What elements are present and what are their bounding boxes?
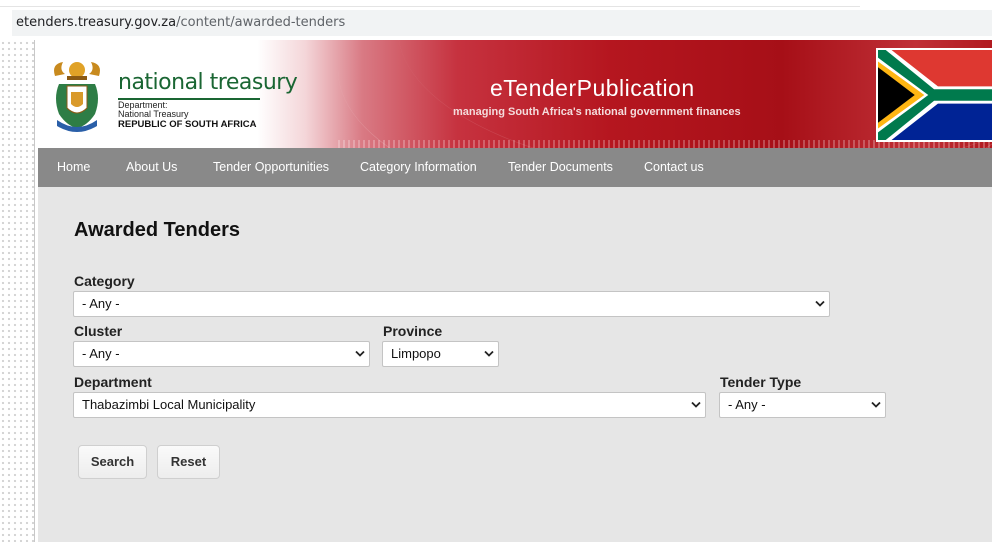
search-button[interactable]: Search bbox=[78, 445, 147, 479]
tender-type-label: Tender Type bbox=[720, 374, 802, 390]
logo-department: Department: National Treasury bbox=[118, 101, 189, 119]
logo-dept-line2: National Treasury bbox=[118, 109, 189, 119]
province-select[interactable]: Limpopo bbox=[382, 341, 499, 367]
nav-item-category-information[interactable]: Category Information bbox=[360, 148, 477, 187]
nav-item-tender-documents[interactable]: Tender Documents bbox=[508, 148, 613, 187]
category-label: Category bbox=[74, 273, 135, 289]
nav-item-contact-us[interactable]: Contact us bbox=[644, 148, 704, 187]
logo-country: REPUBLIC OF SOUTH AFRICA bbox=[118, 119, 257, 130]
browser-address-bar: etenders.treasury.gov.za/content/awarded… bbox=[0, 0, 992, 40]
province-label: Province bbox=[383, 323, 443, 339]
department-select[interactable]: Thabazimbi Local Municipality bbox=[73, 392, 706, 418]
province-value: Limpopo bbox=[391, 346, 441, 361]
chevron-down-icon bbox=[484, 350, 494, 357]
category-select[interactable]: - Any - bbox=[73, 291, 830, 317]
logo-name: national treasury bbox=[118, 70, 298, 95]
south-africa-flag-icon bbox=[876, 48, 992, 142]
url-field[interactable]: etenders.treasury.gov.za/content/awarded… bbox=[12, 10, 992, 36]
main-content: Awarded Tenders Category - Any - Cluster… bbox=[38, 187, 992, 542]
nav-item-about-us[interactable]: About Us bbox=[126, 148, 177, 187]
department-label: Department bbox=[74, 374, 152, 390]
site-title: eTenderPublication bbox=[490, 75, 695, 101]
chevron-down-icon bbox=[691, 401, 701, 408]
cluster-select[interactable]: - Any - bbox=[73, 341, 370, 367]
cluster-value: - Any - bbox=[82, 346, 120, 361]
chevron-down-icon bbox=[815, 300, 825, 307]
url-path: /content/awarded-tenders bbox=[176, 15, 346, 30]
chevron-down-icon bbox=[355, 350, 365, 357]
tender-type-select[interactable]: - Any - bbox=[719, 392, 886, 418]
category-value: - Any - bbox=[82, 296, 120, 311]
cluster-label: Cluster bbox=[74, 323, 123, 339]
nav-item-tender-opportunities[interactable]: Tender Opportunities bbox=[213, 148, 329, 187]
department-value: Thabazimbi Local Municipality bbox=[82, 397, 256, 412]
site-tagline: managing South Africa's national governm… bbox=[453, 106, 741, 118]
site-header-banner: national treasury Department: National T… bbox=[38, 40, 992, 148]
url-host: etenders.treasury.gov.za bbox=[16, 15, 177, 30]
tab-strip-line bbox=[0, 6, 860, 7]
nav-item-home[interactable]: Home bbox=[57, 148, 90, 187]
page-side-pattern bbox=[0, 40, 34, 542]
chevron-down-icon bbox=[871, 401, 881, 408]
tender-type-value: - Any - bbox=[728, 397, 766, 412]
coat-of-arms-icon bbox=[54, 62, 100, 132]
main-nav: Home About Us Tender Opportunities Categ… bbox=[38, 148, 992, 187]
reset-button[interactable]: Reset bbox=[157, 445, 220, 479]
page-title: Awarded Tenders bbox=[74, 219, 240, 241]
